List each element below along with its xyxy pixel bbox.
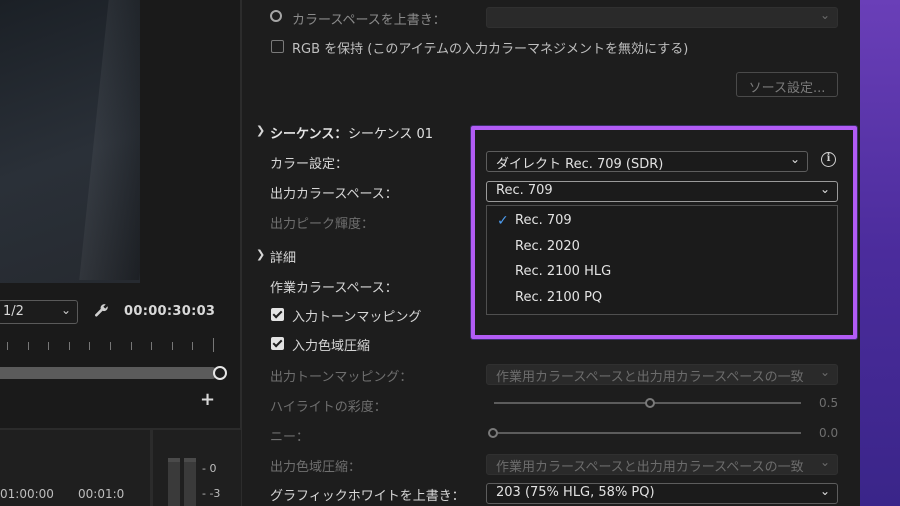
plus-icon[interactable]: +	[200, 389, 215, 410]
audio-meter-right	[184, 458, 196, 506]
timeline-timecode: 01:00:00	[0, 487, 54, 501]
graphics-white-dropdown[interactable]: 203 (75% HLG, 58% PQ) ⌄	[486, 483, 838, 504]
ruler-tick	[110, 342, 111, 350]
scrub-handle[interactable]	[213, 366, 227, 380]
scrub-bar[interactable]	[0, 367, 218, 379]
chevron-down-icon: ⌄	[819, 455, 830, 469]
sequence-section-name: シーケンス 01	[348, 127, 434, 142]
knee-handle[interactable]	[488, 428, 498, 438]
input-tone-mapping-label: 入力トーンマッピング	[292, 310, 422, 325]
video-preview	[0, 0, 140, 283]
side-strip	[860, 0, 900, 506]
override-radio[interactable]	[270, 10, 282, 22]
audio-meter-left	[168, 458, 180, 506]
chevron-down-icon: ⌄	[819, 484, 830, 498]
ruler-tick	[213, 338, 214, 352]
graphics-white-label: グラフィックホワイトを上書き：	[270, 489, 465, 504]
highlight-saturation-value: 0.5	[819, 396, 839, 410]
chevron-down-icon[interactable]: ❯	[256, 124, 265, 137]
meter-scale-label: - 0	[202, 462, 217, 475]
output-gamut-dropdown[interactable]: 作業用カラースペースと出力用カラースペースの一致 ⌄	[486, 454, 838, 475]
preserve-rgb-label: RGB を保持 (このアイテムの入力カラーマネジメントを無効にする)	[292, 42, 689, 57]
sequence-section-prefix[interactable]: シーケンス：	[270, 123, 347, 142]
override-label: カラースペースを上書き：	[292, 13, 446, 28]
output-tone-mapping-value: 作業用カラースペースと出力用カラースペースの一致	[496, 370, 804, 385]
output-tone-mapping-dropdown[interactable]: 作業用カラースペースと出力用カラースペースの一致 ⌄	[486, 364, 838, 385]
graphics-white-value: 203 (75% HLG, 58% PQ)	[496, 485, 655, 500]
working-space-label: 作業カラースペース：	[270, 281, 398, 296]
highlight-saturation-handle[interactable]	[645, 398, 655, 408]
output-tone-mapping-label: 出力トーンマッピング：	[270, 370, 413, 385]
color-setting-label: カラー設定：	[270, 157, 349, 172]
source-settings-button[interactable]: ソース設定...	[736, 72, 838, 97]
timeline-timecode: 00:01:0	[78, 487, 125, 501]
zoom-level-select[interactable]: 1/2 ⌄	[0, 300, 78, 324]
ruler-tick	[7, 342, 8, 350]
details-section-label[interactable]: 詳細	[270, 247, 296, 266]
input-gamut-label: 入力色域圧縮	[292, 339, 371, 354]
output-gamut-label: 出力色域圧縮：	[270, 460, 362, 475]
ruler-tick	[27, 342, 29, 350]
meter-scale-label: - -3	[202, 487, 221, 500]
knee-label: ニー：	[270, 430, 310, 445]
playhead-timecode[interactable]: 00:00:30:03	[124, 304, 215, 319]
chevron-down-icon: ⌄	[819, 365, 830, 379]
ruler-tick	[130, 342, 132, 350]
zoom-level-value: 1/2	[3, 304, 24, 319]
peak-luminance-label: 出力ピーク輝度：	[270, 217, 375, 232]
ruler-tick	[89, 342, 91, 350]
ruler-tick	[192, 342, 194, 350]
override-dropdown[interactable]: ⌄	[486, 7, 838, 28]
chevron-down-icon: ⌄	[60, 303, 71, 317]
highlight-saturation-label: ハイライトの彩度：	[270, 400, 387, 415]
timeline-divider	[150, 428, 153, 506]
preserve-rgb-checkbox[interactable]	[271, 40, 284, 53]
chevron-down-icon[interactable]: ❯	[256, 248, 265, 261]
highlight-frame	[471, 126, 857, 339]
knee-slider[interactable]	[494, 432, 801, 434]
output-space-label: 出力カラースペース：	[270, 187, 398, 202]
chevron-down-icon: ⌄	[819, 8, 830, 22]
input-tone-mapping-checkbox[interactable]	[271, 308, 284, 321]
ruler-tick	[171, 342, 173, 350]
output-gamut-value: 作業用カラースペースと出力用カラースペースの一致	[496, 460, 804, 475]
ruler-tick	[68, 342, 70, 350]
ruler-tick	[48, 342, 50, 350]
knee-value: 0.0	[819, 426, 839, 440]
wrench-icon[interactable]	[94, 303, 109, 322]
ruler-tick	[151, 342, 153, 350]
input-gamut-checkbox[interactable]	[271, 337, 284, 350]
